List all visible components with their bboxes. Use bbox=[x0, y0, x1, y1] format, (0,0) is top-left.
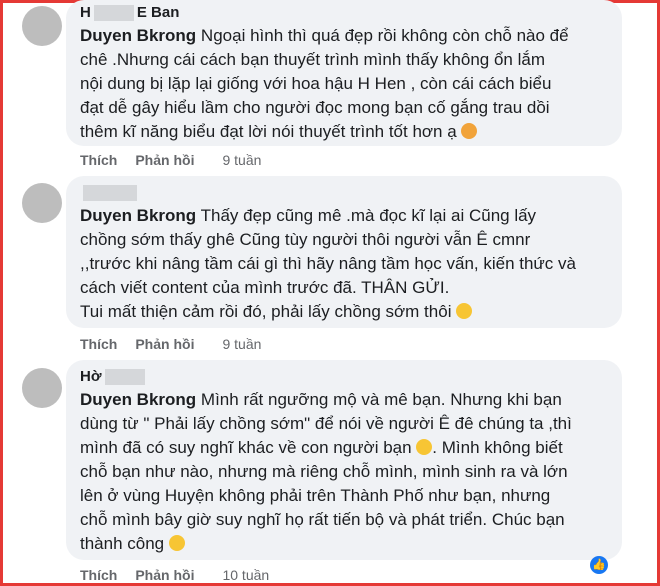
comment-bubble: H E Ban Duyen Bkrong Ngoại hình thì quá … bbox=[66, 0, 622, 146]
reply-button[interactable]: Phản hồi bbox=[135, 336, 194, 352]
sweat-smile-icon bbox=[456, 303, 473, 319]
like-button[interactable]: Thích bbox=[80, 567, 117, 583]
timestamp[interactable]: 10 tuần bbox=[222, 567, 269, 583]
comment-line: chê .Nhưng cái cách bạn thuyết trình mìn… bbox=[80, 50, 545, 69]
comment-bubble: Duyen Bkrong Thấy đẹp cũng mê .mà đọc kĩ… bbox=[66, 176, 622, 328]
comment-line: chỗ bạn như nào, nhưng mà riêng chỗ mình… bbox=[80, 462, 568, 481]
comment-line: lên ở vùng Huyện không phải trên Thành P… bbox=[80, 486, 551, 505]
smile-icon bbox=[416, 439, 433, 455]
avatar[interactable] bbox=[22, 368, 62, 408]
mention-link[interactable]: Duyen Bkrong bbox=[80, 390, 196, 409]
smile-icon bbox=[168, 535, 185, 551]
comment-author[interactable]: H E Ban bbox=[80, 0, 608, 24]
comment-line: chồng sớm thấy ghê Cũng tùy người thôi n… bbox=[80, 230, 531, 249]
blurred-name bbox=[93, 5, 134, 21]
comment-actions: Thích Phản hồi 9 tuần bbox=[80, 336, 261, 352]
comment-line: dùng từ " Phải lấy chồng sớm" để nói về … bbox=[80, 414, 572, 433]
like-button[interactable]: Thích bbox=[80, 152, 117, 168]
comment-text: Duyen Bkrong Mình rất ngưỡng mộ và mê bạ… bbox=[80, 388, 608, 556]
like-button[interactable]: Thích bbox=[80, 336, 117, 352]
comment-actions: Thích Phản hồi 10 tuần bbox=[80, 567, 269, 583]
reply-button[interactable]: Phản hồi bbox=[135, 567, 194, 583]
timestamp[interactable]: 9 tuần bbox=[222, 152, 261, 168]
author-name-part: H bbox=[80, 4, 91, 21]
comment-line: chỗ mình bây giờ suy nghĩ họ rất tiến bộ… bbox=[80, 510, 565, 529]
comment-line: . Mình không biết bbox=[432, 438, 563, 457]
reply-button[interactable]: Phản hồi bbox=[135, 152, 194, 168]
avatar[interactable] bbox=[22, 183, 62, 223]
comment-line: đạt dễ gây hiểu lầm cho người đọc mong b… bbox=[80, 98, 550, 117]
mention-link[interactable]: Duyen Bkrong bbox=[80, 26, 196, 45]
like-reaction-icon[interactable]: 👍 bbox=[590, 556, 608, 574]
comment-line: Mình rất ngưỡng mộ và mê bạn. Nhưng khi … bbox=[200, 390, 562, 409]
comment-line: Thấy đẹp cũng mê .mà đọc kĩ lại ai Cũng … bbox=[200, 206, 537, 225]
comment-line: Ngoại hình thì quá đẹp rồi không còn chỗ… bbox=[200, 26, 569, 45]
comment-actions: Thích Phản hồi 9 tuần bbox=[80, 152, 261, 168]
hearts-face-icon bbox=[461, 123, 478, 139]
comment-line: cách viết content của mình trước đã. THÂ… bbox=[80, 278, 450, 297]
comment-line: mình đã có suy nghĩ khác về con người bạ… bbox=[80, 438, 412, 457]
avatar[interactable] bbox=[22, 6, 62, 46]
blurred-name bbox=[83, 185, 137, 201]
comment-bubble: Hờ Duyen Bkrong Mình rất ngưỡng mộ và mê… bbox=[66, 360, 622, 560]
comment-author[interactable]: Hờ bbox=[80, 360, 608, 388]
timestamp[interactable]: 9 tuần bbox=[222, 336, 261, 352]
comment-text: Duyen Bkrong Thấy đẹp cũng mê .mà đọc kĩ… bbox=[80, 204, 608, 324]
comment-author[interactable] bbox=[80, 176, 608, 204]
author-name-part: E Ban bbox=[136, 4, 180, 21]
comment-line: nội dung bị lặp lại giống với hoa hậu H … bbox=[80, 74, 552, 93]
comment-line: thành công bbox=[80, 534, 165, 553]
author-name-part: Hờ bbox=[80, 368, 102, 385]
comment-text: Duyen Bkrong Ngoại hình thì quá đẹp rồi … bbox=[80, 24, 608, 144]
blurred-name bbox=[104, 369, 145, 385]
comment-line: thêm kĩ năng biểu đạt lời nói thuyết trì… bbox=[80, 122, 457, 141]
comment-line: ,,trước khi nâng tầm cái gì thì hãy nâng… bbox=[80, 254, 576, 273]
mention-link[interactable]: Duyen Bkrong bbox=[80, 206, 196, 225]
comment-line: Tui mất thiện cảm rồi đó, phải lấy chồng… bbox=[80, 302, 452, 321]
